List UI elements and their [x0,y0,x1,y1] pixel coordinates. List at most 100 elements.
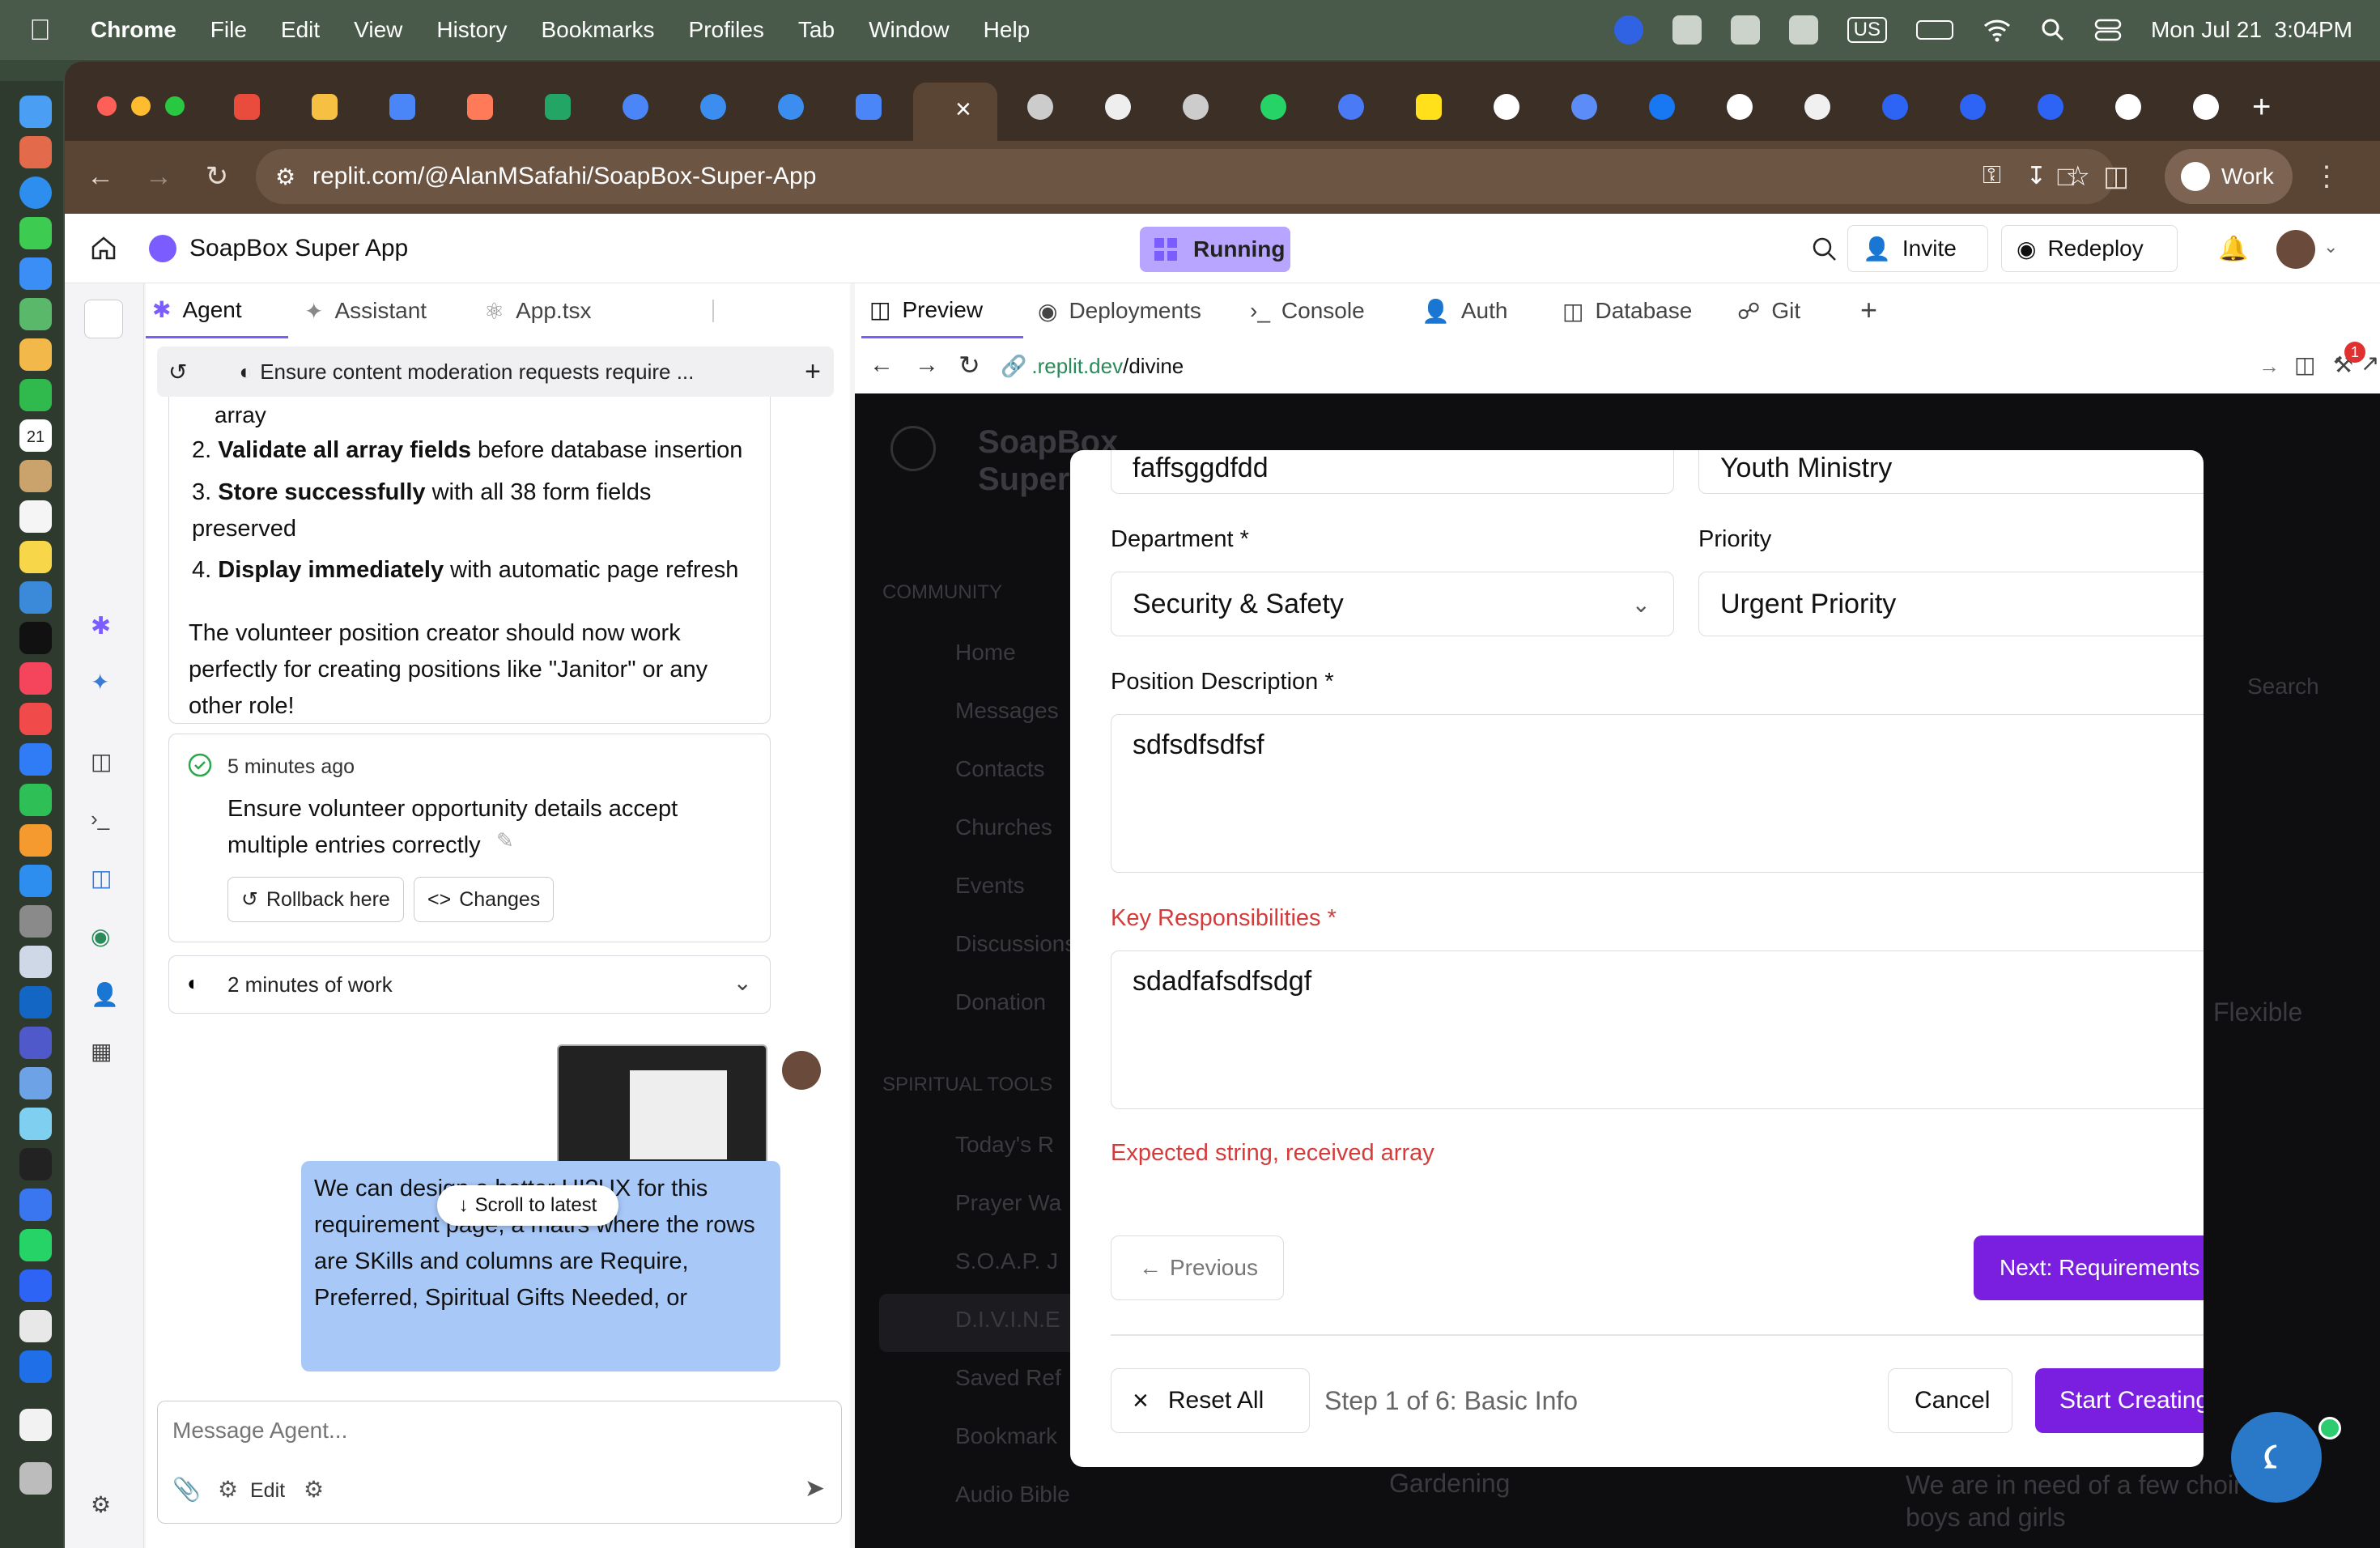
work-summary-card[interactable]: ◐ 2 minutes of work ⌄ [168,955,771,1014]
device-preview-icon[interactable]: ◫ [2294,351,2315,378]
app-store-dock-icon[interactable] [19,865,52,897]
tab-auth[interactable]: 👤 Auth [1422,283,1559,338]
cancel-button[interactable]: Cancel [1888,1368,2012,1433]
minimize-window-button[interactable] [131,96,151,116]
tab-preview[interactable]: ◫ Preview [861,283,1023,338]
tab-docs-2[interactable] [599,86,672,128]
tv-dock-icon[interactable] [19,622,52,654]
tab-assistant[interactable]: ✦ Assistant [304,283,466,338]
password-key-icon[interactable]: ⚿ [1983,162,2001,189]
preview-address[interactable]: 🔗 .replit.dev /divine → [1001,345,2280,387]
history-icon[interactable]: ↺ [168,359,187,385]
changes-button[interactable]: <> Changes [414,877,555,922]
console-nav-icon[interactable]: ›_ [91,806,120,836]
screen-sharing-dock-icon[interactable] [19,1067,52,1099]
tab-agent[interactable]: ✱ Agent [146,283,288,338]
news-dock-icon[interactable] [19,703,52,735]
tab-whatsapp[interactable] [1237,86,1310,128]
settings-dock-icon[interactable] [19,905,52,938]
finder-dock-icon[interactable] [19,96,52,128]
session-title[interactable]: Ensure content moderation requests requi… [260,359,694,385]
facetime-dock-icon[interactable] [19,379,52,411]
tab-google-4[interactable] [2170,86,2242,128]
nav-bookmarks[interactable]: Bookmark [955,1423,1057,1449]
spotlight-search-icon[interactable] [2041,18,2065,42]
tab-safari-2[interactable] [754,86,827,128]
tab-deployments[interactable]: ◉ Deployments [1038,283,1235,338]
nav-churches[interactable]: Churches [955,814,1052,840]
wifi-icon[interactable] [1983,18,2012,42]
nav-contacts[interactable]: Contacts [955,756,1045,782]
document-dock-icon[interactable] [19,1409,52,1441]
database-nav-icon[interactable]: ◫ [91,865,120,894]
tab-docs-3[interactable] [832,86,905,128]
freeform-dock-icon[interactable] [19,581,52,614]
menu-profiles[interactable]: Profiles [689,17,764,43]
settings-gear-icon[interactable]: ⚙ [218,1476,238,1503]
tab-zoom-2[interactable] [1936,86,2009,128]
apple-menu-icon[interactable]:  [29,13,74,47]
all-tools-icon[interactable]: ▦ [91,1038,120,1067]
chevron-down-icon[interactable]: ⌄ [733,969,752,996]
department-select[interactable]: Security & Safety ⌄ [1111,572,1674,636]
tab-openai[interactable] [1082,86,1154,128]
new-tab-tools-icon[interactable] [84,300,123,338]
pages-dock-icon[interactable] [19,824,52,857]
chat-widget-button[interactable] [2231,1412,2322,1503]
nav-saved-refs[interactable]: Saved Ref [955,1365,1061,1391]
tab-database[interactable]: ◫ Database [1562,283,1736,338]
project-name[interactable]: SoapBox Super App [189,235,408,262]
search-icon[interactable] [1812,236,1838,262]
redeploy-button[interactable]: ◉ Redeploy [2001,225,2178,272]
tab-zoom[interactable] [1859,86,1932,128]
contacts-dock-icon[interactable] [19,460,52,492]
extensions-icon[interactable]: □ [2050,160,2082,193]
trash-dock-icon[interactable] [19,1462,52,1495]
messages-dock-icon[interactable] [19,217,52,249]
photos-dock-icon[interactable] [19,338,52,371]
reload-icon[interactable]: ↻ [201,160,233,193]
user-avatar[interactable] [2276,230,2315,269]
menubar-clock[interactable]: Mon Jul 21 3:04PM [2151,17,2352,43]
nav-todays-reading[interactable]: Today's R [955,1132,1054,1158]
nav-discussions[interactable]: Discussions [955,931,1076,957]
auth-nav-icon[interactable]: 👤 [91,981,120,1010]
menu-history[interactable]: History [436,17,507,43]
tab-google[interactable] [1470,86,1543,128]
site-info-icon[interactable]: ⚙ [275,164,295,190]
chevron-down-icon[interactable]: ⌄ [2323,236,2338,257]
terminal-dock-icon[interactable] [19,1148,52,1180]
rollback-button[interactable]: ↺ Rollback here [227,877,404,922]
teams-dock-icon[interactable] [19,1027,52,1059]
tab-zoom-3[interactable] [2014,86,2087,128]
tab-mailchimp[interactable] [1392,86,1465,128]
preview-back-icon[interactable]: ← [869,351,894,379]
bell-icon[interactable]: 🔔 [2218,235,2248,263]
menu-tab[interactable]: Tab [798,17,835,43]
message-input[interactable] [172,1411,739,1450]
keynote-dock-icon[interactable] [19,743,52,776]
preview-dock-icon[interactable] [19,946,52,978]
notes-dock-icon[interactable] [19,541,52,573]
back-icon[interactable]: ← [84,160,117,193]
preview-nav-icon[interactable]: ◫ [91,748,120,777]
description-textarea[interactable]: sdfsdfsdfsf [1111,714,2204,873]
close-window-button[interactable] [97,96,117,116]
calendar-dock-icon[interactable]: 21 [19,419,52,452]
position-title-input[interactable]: faffsggdfdd [1111,450,1674,494]
previous-button[interactable]: ← Previous [1111,1235,1284,1300]
menu-bookmarks[interactable]: Bookmarks [541,17,654,43]
signal-dock-icon[interactable] [19,1189,52,1221]
1password-dock-icon[interactable] [19,1350,52,1383]
safari-dock-icon[interactable] [19,176,52,209]
tab-gmail[interactable] [210,86,283,128]
tab-app[interactable] [1315,86,1388,128]
ministry-input[interactable]: Youth Ministry [1698,450,2204,494]
chrome-menu-icon[interactable]: ⋮ [2310,160,2343,193]
zoom-tray-icon[interactable] [1613,15,1643,45]
deployments-nav-icon[interactable]: ◉ [91,923,120,952]
priority-select[interactable]: Urgent Priority [1698,572,2204,636]
nav-divine[interactable]: D.I.V.I.N.E [955,1307,1060,1333]
assistant-nav-icon[interactable]: ✦ [91,669,120,698]
install-app-icon[interactable]: ↧ [2026,162,2046,190]
